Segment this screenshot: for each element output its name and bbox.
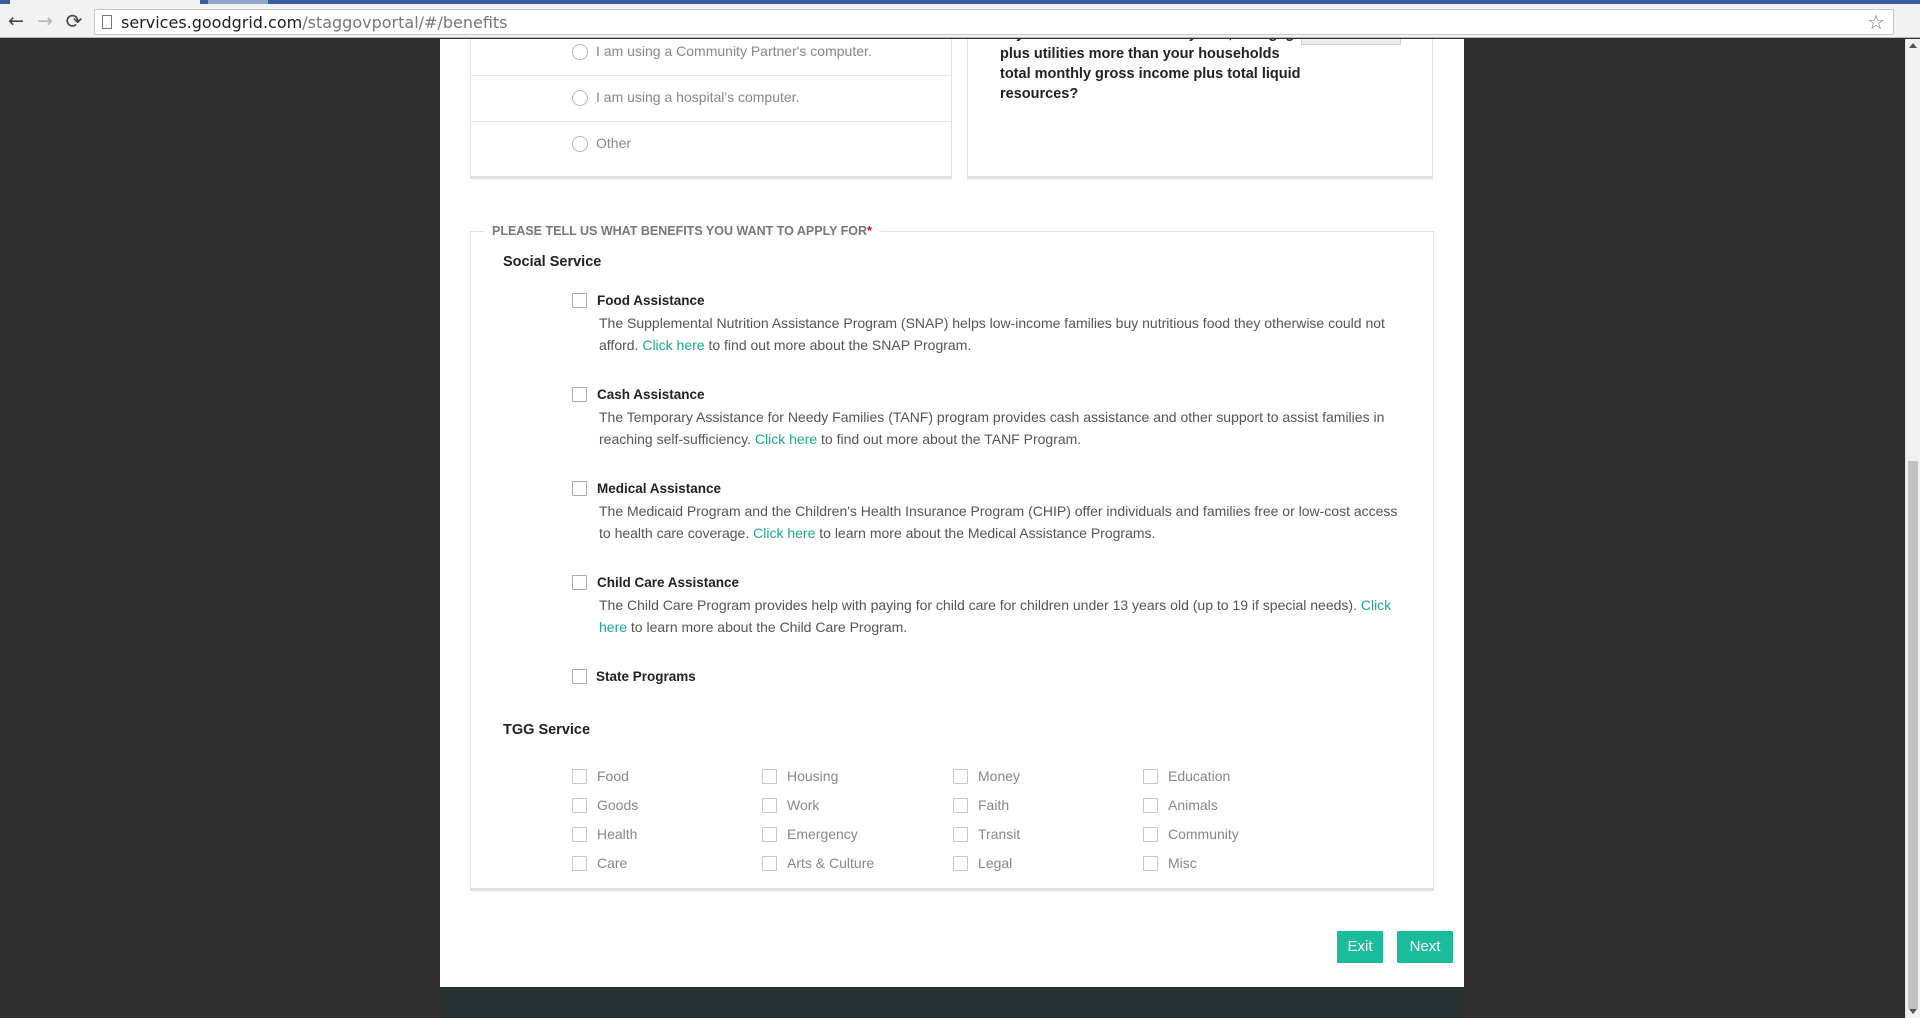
income-question-panel: is your household's monthly rent, mortga…: [967, 39, 1433, 179]
medical-assistance-title: Medical Assistance: [597, 481, 722, 496]
back-arrow-icon[interactable]: ←: [4, 9, 28, 33]
desc-text-after: to find out more about the TANF Program.: [821, 431, 1082, 447]
food-assistance-desc: The Supplemental Nutrition Assistance Pr…: [599, 312, 1409, 356]
tgg-health-label: Health: [597, 826, 638, 842]
radio-label: I am using a Community Partner's compute…: [596, 43, 872, 59]
radio-label: Other: [596, 135, 632, 151]
tgg-education-label: Education: [1168, 768, 1231, 784]
browser-toolbar: ← → ⟳ services.goodgrid.com/staggovporta…: [0, 4, 1920, 38]
forward-arrow-icon[interactable]: →: [33, 9, 57, 33]
tgg-health-checkbox[interactable]: [572, 827, 587, 842]
tgg-transit-checkbox[interactable]: [953, 827, 968, 842]
tgg-education-checkbox[interactable]: [1143, 769, 1158, 784]
tgg-legal-label: Legal: [978, 855, 1013, 871]
next-button[interactable]: Next: [1397, 931, 1453, 963]
radio-button[interactable]: [572, 136, 588, 152]
state-programs-checkbox[interactable]: [572, 669, 587, 684]
legend-text: PLEASE TELL US WHAT BENEFITS YOU WANT TO…: [492, 224, 868, 238]
desc-text-after: to learn more about the Medical Assistan…: [819, 525, 1156, 541]
cash-assistance-checkbox[interactable]: [572, 387, 587, 402]
tgg-money-label: Money: [978, 768, 1021, 784]
tgg-food-checkbox[interactable]: [572, 769, 587, 784]
exit-button[interactable]: Exit: [1337, 931, 1383, 963]
radio-label: I am using a hospital's computer.: [596, 89, 800, 105]
url-host: services.goodgrid.com: [121, 13, 303, 32]
tgg-misc-label: Misc: [1168, 855, 1197, 871]
tgg-faith-checkbox[interactable]: [953, 798, 968, 813]
benefits-fieldset: PLEASE TELL US WHAT BENEFITS YOU WANT TO…: [470, 224, 1434, 891]
food-assistance-checkbox[interactable]: [572, 293, 587, 308]
tgg-community-label: Community: [1168, 826, 1239, 842]
radio-option-other[interactable]: Other: [471, 122, 951, 168]
tgg-misc-checkbox[interactable]: [1143, 856, 1158, 871]
medical-assistance-checkbox[interactable]: [572, 481, 587, 496]
url-path: /staggovportal/#/benefits: [302, 13, 508, 32]
benefits-legend: PLEASE TELL US WHAT BENEFITS YOU WANT TO…: [484, 224, 880, 238]
page-icon: [102, 15, 112, 29]
income-question-select[interactable]: No: [1301, 39, 1401, 45]
child-care-assistance-desc: The Child Care Program provides help wit…: [599, 594, 1409, 638]
radio-button[interactable]: [572, 44, 588, 60]
radio-button[interactable]: [572, 90, 588, 106]
snap-info-link[interactable]: Click here: [642, 337, 704, 353]
tgg-faith-label: Faith: [978, 797, 1010, 813]
star-icon[interactable]: ☆: [1867, 10, 1885, 34]
tgg-money-checkbox[interactable]: [953, 769, 968, 784]
tgg-care-checkbox[interactable]: [572, 856, 587, 871]
radio-option-community-partner[interactable]: I am using a Community Partner's compute…: [471, 39, 951, 76]
desc-text-after: to find out more about the SNAP Program.: [708, 337, 972, 353]
medical-info-link[interactable]: Click here: [753, 525, 815, 541]
state-programs-title: State Programs: [596, 669, 696, 684]
page-viewport: I am using a Community Partner's compute…: [0, 39, 1905, 1018]
tgg-legal-checkbox[interactable]: [953, 856, 968, 871]
social-service-title: Social Service: [503, 254, 602, 270]
tgg-emergency-checkbox[interactable]: [762, 827, 777, 842]
desc-text-after: to learn more about the Child Care Progr…: [630, 619, 908, 635]
form-page: I am using a Community Partner's compute…: [440, 39, 1464, 987]
tgg-food-label: Food: [597, 768, 629, 784]
tgg-work-label: Work: [787, 797, 820, 813]
radio-option-hospital[interactable]: I am using a hospital's computer.: [471, 76, 951, 122]
address-bar[interactable]: services.goodgrid.com/staggovportal/#/be…: [94, 9, 1894, 35]
tgg-arts-culture-checkbox[interactable]: [762, 856, 777, 871]
desc-text: The Child Care Program provides help wit…: [599, 597, 1357, 613]
food-assistance-title: Food Assistance: [597, 293, 705, 308]
tgg-housing-checkbox[interactable]: [762, 769, 777, 784]
cash-assistance-desc: The Temporary Assistance for Needy Famil…: [599, 406, 1409, 450]
tgg-goods-label: Goods: [597, 797, 639, 813]
tgg-care-label: Care: [597, 855, 628, 871]
tgg-goods-checkbox[interactable]: [572, 798, 587, 813]
medical-assistance-desc: The Medicaid Program and the Children's …: [599, 500, 1409, 544]
tgg-animals-label: Animals: [1168, 797, 1218, 813]
tgg-service-title: TGG Service: [503, 722, 591, 738]
tgg-community-checkbox[interactable]: [1143, 827, 1158, 842]
scroll-up-arrow-icon[interactable]: [1909, 43, 1917, 48]
page-footer: [440, 987, 1464, 1018]
tgg-housing-label: Housing: [787, 768, 839, 784]
income-question-text: is your household's monthly rent, mortga…: [1000, 39, 1302, 102]
tgg-emergency-label: Emergency: [787, 826, 858, 842]
cash-assistance-title: Cash Assistance: [597, 387, 705, 402]
tgg-transit-label: Transit: [978, 826, 1021, 842]
child-care-assistance-title: Child Care Assistance: [597, 575, 740, 590]
child-care-assistance-checkbox[interactable]: [572, 575, 587, 590]
tgg-animals-checkbox[interactable]: [1143, 798, 1158, 813]
reload-icon[interactable]: ⟳: [62, 9, 86, 33]
scroll-down-arrow-icon[interactable]: [1909, 1009, 1917, 1014]
required-mark: *: [867, 224, 872, 238]
scrollbar-thumb[interactable]: [1908, 461, 1918, 1009]
vertical-scrollbar[interactable]: [1905, 39, 1920, 1018]
computer-question-panel: I am using a Community Partner's compute…: [470, 39, 952, 179]
url-text: services.goodgrid.com/staggovportal/#/be…: [121, 13, 508, 32]
tgg-arts-culture-label: Arts & Culture: [787, 855, 875, 871]
tanf-info-link[interactable]: Click here: [755, 431, 817, 447]
tgg-work-checkbox[interactable]: [762, 798, 777, 813]
